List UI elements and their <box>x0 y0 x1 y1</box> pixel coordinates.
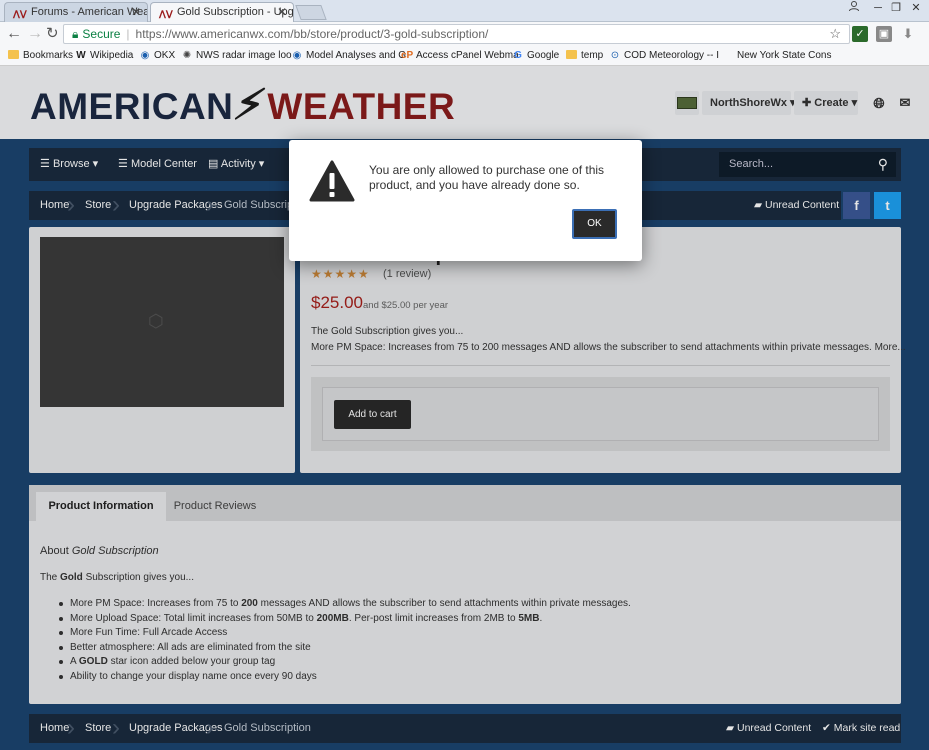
download-arrow-icon[interactable]: ⬇ <box>900 26 916 42</box>
close-tab-icon[interactable]: ✕ <box>277 3 287 22</box>
url-text: https://www.americanwx.com/bb/store/prod… <box>135 27 489 41</box>
close-window-button[interactable]: ✕ <box>904 0 928 18</box>
noaa-icon: ◉ <box>292 50 302 61</box>
bookmark-item[interactable]: ◉ Model Analyses and G <box>291 49 406 63</box>
wikipedia-icon: W <box>76 50 86 61</box>
americanwx-favicon-icon: ᐱᐯ <box>13 10 27 21</box>
close-tab-icon[interactable]: ✕ <box>131 3 141 22</box>
profile-icon[interactable] <box>842 0 866 18</box>
warning-icon <box>309 160 355 202</box>
bookmark-item[interactable]: W Wikipedia <box>75 49 133 63</box>
bookmark-item[interactable]: ✺ NWS radar image loo <box>181 49 292 63</box>
back-arrow-icon[interactable]: ← <box>6 25 22 43</box>
browser-tab-forums[interactable]: ᐱᐯ Forums - American Weat ✕ <box>4 2 148 22</box>
cod-icon: ⊙ <box>610 50 620 61</box>
extension-square-icon[interactable]: ▣ <box>876 26 892 42</box>
address-bar[interactable]: 🔒︎ Secure | https://www.americanwx.com/bb/s… <box>63 24 850 44</box>
folder-icon <box>8 50 19 59</box>
new-tab-button[interactable] <box>295 5 327 20</box>
folder-icon <box>566 50 577 59</box>
google-icon: G <box>514 50 522 61</box>
forward-arrow-icon[interactable]: → <box>27 25 43 43</box>
bookmark-item[interactable]: New York State Cons <box>722 49 832 63</box>
reload-icon[interactable]: ↻ <box>46 25 59 43</box>
bookmark-item[interactable]: G Google <box>512 49 559 63</box>
bookmark-item[interactable]: temp <box>566 49 603 63</box>
dialog-message: You are only allowed to purchase one of … <box>369 163 605 192</box>
americanwx-favicon-icon: ᐱᐯ <box>159 10 173 21</box>
secure-label: Secure <box>82 27 121 41</box>
bookmark-star-icon[interactable]: ☆ <box>829 25 841 43</box>
lock-icon: 🔒︎ <box>72 27 79 41</box>
bookmark-item[interactable]: Bookmarks <box>8 49 73 63</box>
bookmark-item[interactable]: cP Access cPanel Webma <box>401 49 519 63</box>
ok-button[interactable]: OK <box>572 209 617 239</box>
cpanel-icon: cP <box>401 50 414 61</box>
bookmark-item[interactable]: ◉ OKX <box>139 49 176 63</box>
bookmarks-bar: Bookmarks W Wikipedia ◉ OKX ✺ NWS radar ima… <box>0 46 929 66</box>
extension-check-icon[interactable]: ✓ <box>852 26 868 42</box>
noaa-icon: ◉ <box>140 50 150 61</box>
bookmark-item[interactable]: ⊙ COD Meteorology -- I <box>609 49 719 63</box>
browser-tab-gold-subscription[interactable]: ᐱᐯ Gold Subscription - Upgr ✕ <box>150 2 294 22</box>
radar-icon: ✺ <box>182 50 192 61</box>
